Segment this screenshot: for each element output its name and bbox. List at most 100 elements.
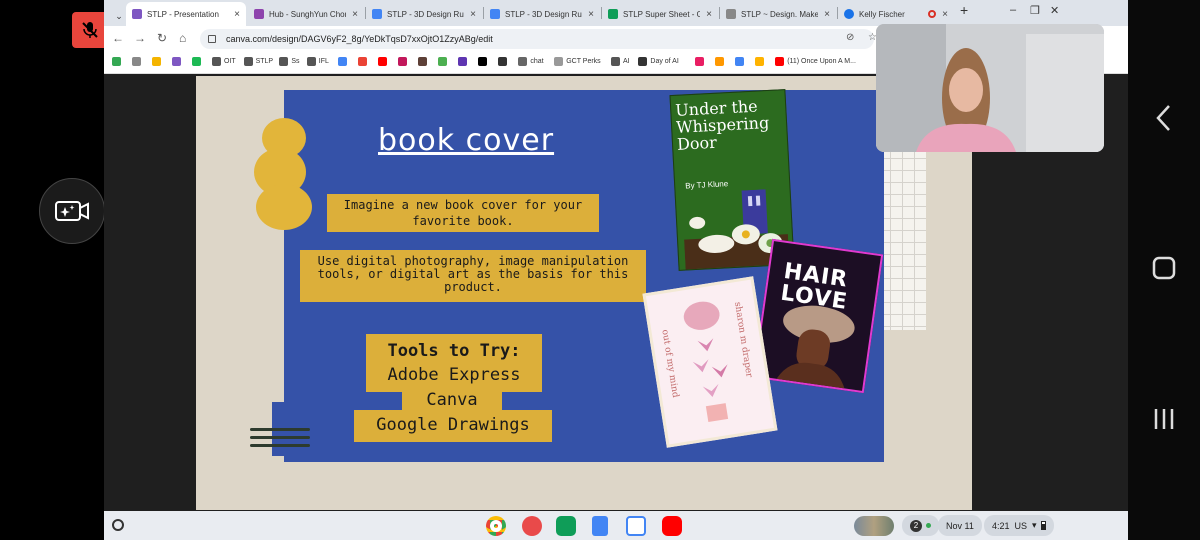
close-window-button[interactable]: ✕ xyxy=(1050,4,1059,17)
tab-label: Hub - SunghYun Chor xyxy=(269,9,347,19)
address-bar[interactable]: canva.com/design/DAGV6yF2_8g/YeDkTqsD7xx… xyxy=(200,29,874,49)
bookmark-favicon-icon xyxy=(695,57,705,66)
tab-presentation[interactable]: STLP - Presentation × xyxy=(126,2,246,26)
date-text: Nov 11 xyxy=(946,520,974,531)
bookmark-favicon-icon xyxy=(755,57,765,66)
video-call-pip[interactable] xyxy=(876,24,1104,152)
bookmark-item[interactable]: AI xyxy=(611,57,630,66)
back-chevron-icon[interactable] xyxy=(1148,102,1180,134)
bookmark-favicon-icon xyxy=(775,57,785,66)
close-icon[interactable]: × xyxy=(352,9,358,20)
tab-label: STLP - 3D Design Rub xyxy=(387,9,465,19)
hub-favicon-icon xyxy=(254,9,264,19)
tab-hub[interactable]: Hub - SunghYun Chor × xyxy=(248,2,364,26)
docs-favicon-icon xyxy=(372,9,382,19)
tab-label: STLP Super Sheet - G xyxy=(623,9,701,19)
close-icon[interactable]: × xyxy=(942,9,948,20)
bookmark-icon-item[interactable] xyxy=(358,57,370,66)
bookmark-icon-item[interactable] xyxy=(132,57,144,66)
date-tray[interactable]: Nov 11 xyxy=(938,515,982,536)
camera-off-icon[interactable]: ⊘ xyxy=(846,32,854,43)
tab-kelly-fischer[interactable]: Kelly Fischer × xyxy=(838,2,954,26)
bookmark-favicon-icon xyxy=(638,57,648,66)
bookmark-icon-item[interactable] xyxy=(112,57,124,66)
close-icon[interactable]: × xyxy=(234,9,240,20)
notification-count: 2 xyxy=(910,519,922,532)
bookmark-item[interactable]: chat xyxy=(518,57,544,66)
bookmark-icon-item[interactable] xyxy=(398,57,410,66)
bookmark-favicon-icon xyxy=(498,57,508,66)
wifi-icon: ▾ xyxy=(1032,520,1037,530)
bookmark-item[interactable]: Ss xyxy=(279,57,300,66)
bookmark-icon-item[interactable] xyxy=(418,57,430,66)
tab-3d-rubric-2[interactable]: STLP - 3D Design Rub × xyxy=(484,2,600,26)
bookmark-item[interactable]: (11) Once Upon A M... xyxy=(775,57,856,66)
tool-item: Adobe Express xyxy=(387,365,521,385)
meet-favicon-icon xyxy=(844,9,854,19)
camera-effects-button[interactable] xyxy=(39,178,105,244)
site-favicon-icon xyxy=(726,9,736,19)
bookmark-item[interactable]: IFL xyxy=(306,57,329,66)
bookmark-icon-item[interactable] xyxy=(695,57,707,66)
book-author: By TJ Klune xyxy=(685,179,729,191)
bookmark-icon-item[interactable] xyxy=(192,57,204,66)
bookmark-icon-item[interactable] xyxy=(715,57,727,66)
close-icon[interactable]: × xyxy=(588,9,594,20)
mic-muted-button[interactable] xyxy=(72,12,108,48)
status-tray[interactable]: 4:21 US ▾ xyxy=(984,515,1054,536)
bookmark-item[interactable]: OIT xyxy=(212,57,236,66)
chromeos-shelf: 2 Nov 11 4:21 US ▾ xyxy=(104,511,1128,540)
bookmark-favicon-icon xyxy=(172,57,181,66)
bookmark-favicon-icon xyxy=(112,57,121,66)
bookmark-icon-item[interactable] xyxy=(458,57,470,66)
bookmark-icon-item[interactable] xyxy=(172,57,184,66)
close-icon[interactable]: × xyxy=(470,9,476,20)
bookmark-item[interactable]: Day of AI xyxy=(638,57,679,66)
tab-design-make[interactable]: STLP ~ Design. Make × xyxy=(720,2,836,26)
docs-app-icon[interactable] xyxy=(592,516,608,536)
bookmark-icon-item[interactable] xyxy=(338,57,350,66)
bookmark-icon-item[interactable] xyxy=(755,57,767,66)
prompt-box: Imagine a new book cover for your favori… xyxy=(327,194,599,232)
canvas-app-icon[interactable] xyxy=(522,516,542,536)
tab-3d-rubric-1[interactable]: STLP - 3D Design Rub × xyxy=(366,2,482,26)
back-arrow-icon[interactable]: ← xyxy=(112,31,124,45)
tools-box: Tools to Try: Adobe Express xyxy=(366,334,542,392)
calendar-app-icon[interactable] xyxy=(626,516,646,536)
bookmark-favicon-icon xyxy=(554,57,564,66)
slide-title: book cover xyxy=(378,123,555,158)
status-dot-icon xyxy=(926,523,931,528)
forward-arrow-icon[interactable]: → xyxy=(134,31,146,45)
restore-button[interactable]: ❐ xyxy=(1030,4,1040,17)
tab-label: STLP - Presentation xyxy=(147,9,219,19)
bookmark-favicon-icon xyxy=(735,57,745,66)
bookmark-icon-item[interactable] xyxy=(152,57,164,66)
bookmark-favicon-icon xyxy=(398,57,408,66)
launcher-icon[interactable] xyxy=(112,519,124,531)
bookmark-item[interactable]: GCT Perks xyxy=(554,57,601,66)
bookmark-label: OIT xyxy=(224,58,236,65)
reload-icon[interactable]: ↻ xyxy=(157,31,167,45)
bookmark-icon-item[interactable] xyxy=(498,57,510,66)
chrome-app-icon[interactable] xyxy=(486,516,506,536)
holding-space-icon[interactable] xyxy=(854,516,894,536)
tab-super-sheet[interactable]: STLP Super Sheet - G × xyxy=(602,2,718,26)
minimize-button[interactable]: – xyxy=(1010,4,1016,16)
tab-label: STLP - 3D Design Rub xyxy=(505,9,583,19)
bookmark-icon-item[interactable] xyxy=(438,57,450,66)
bookmark-icon-item[interactable] xyxy=(478,57,490,66)
recents-icon[interactable] xyxy=(1148,403,1180,435)
site-info-icon[interactable] xyxy=(208,35,216,43)
home-icon[interactable]: ⌂ xyxy=(179,31,186,45)
bookmark-item[interactable]: STLP xyxy=(243,57,273,66)
bookmark-icon-item[interactable] xyxy=(378,57,390,66)
close-icon[interactable]: × xyxy=(706,9,712,20)
tab-label: STLP ~ Design. Make xyxy=(741,9,819,19)
notification-tray[interactable]: 2 xyxy=(902,515,939,536)
close-icon[interactable]: × xyxy=(824,9,830,20)
bookmark-icon-item[interactable] xyxy=(735,57,747,66)
new-tab-button[interactable]: + xyxy=(960,2,968,18)
classroom-app-icon[interactable] xyxy=(556,516,576,536)
home-square-icon[interactable] xyxy=(1148,252,1180,284)
youtube-app-icon[interactable] xyxy=(662,516,682,536)
